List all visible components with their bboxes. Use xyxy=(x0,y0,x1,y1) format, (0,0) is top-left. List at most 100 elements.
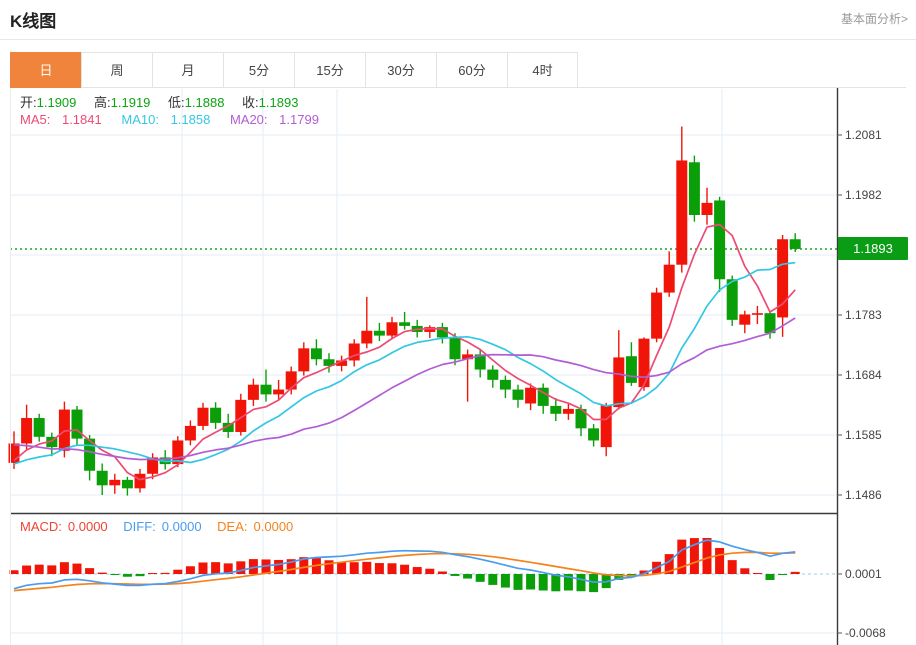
macd-bar xyxy=(740,568,750,574)
price-axis-label: 1.2081 xyxy=(845,128,882,142)
macd-bar xyxy=(34,564,44,574)
candle xyxy=(172,436,184,468)
current-price-tag: 1.1893 xyxy=(838,237,908,261)
macd-bar xyxy=(425,568,435,574)
macd-bar xyxy=(778,574,788,575)
candle xyxy=(298,342,310,376)
macd-bar xyxy=(122,574,132,577)
candle xyxy=(537,383,549,414)
macd-bar xyxy=(412,567,422,574)
price-axis-label: 1.1684 xyxy=(845,368,882,382)
macd-bar xyxy=(475,574,485,582)
macd-bar xyxy=(97,572,107,574)
candle xyxy=(424,325,436,339)
macd-bar xyxy=(72,563,82,574)
candle xyxy=(588,424,600,447)
macd-bar xyxy=(110,574,120,575)
macd-bar xyxy=(727,560,737,574)
macd-bar xyxy=(198,562,208,574)
close-value: 1.1893 xyxy=(258,95,299,110)
candle xyxy=(688,155,700,222)
grid-layer xyxy=(10,89,837,645)
macd-bar xyxy=(437,571,447,574)
tab-4hour[interactable]: 4时 xyxy=(507,52,578,88)
macd-bar xyxy=(211,562,221,574)
candle xyxy=(247,378,259,406)
candle xyxy=(487,365,499,388)
candle xyxy=(84,434,96,481)
tab-5min[interactable]: 5分 xyxy=(223,52,294,88)
candle xyxy=(33,413,45,442)
high-value: 1.1919 xyxy=(110,95,151,110)
macd-bar xyxy=(576,574,586,592)
candle xyxy=(714,196,726,292)
candle xyxy=(121,476,133,496)
macd-bar xyxy=(538,574,548,591)
candle xyxy=(777,234,789,337)
ohlc-row: 开:1.1909 高:1.1919 低:1.1888 收:1.1893 xyxy=(20,92,312,111)
candle xyxy=(323,353,335,373)
ma-legend-row: MA5: 1.1841 MA10: 1.1858 MA20: 1.1799 xyxy=(20,112,335,127)
ma10-label: MA10: 1.1858 xyxy=(121,112,211,127)
candle xyxy=(512,384,524,408)
macd-bar xyxy=(85,568,95,574)
macd-bar xyxy=(463,574,473,579)
macd-bar xyxy=(715,547,725,574)
macd-legend-row: MACD: 0.0000 DIFF: 0.0000 DEA: 0.0000 xyxy=(20,519,305,534)
macd-bar xyxy=(488,574,498,585)
macd-bar xyxy=(22,565,32,574)
dea-label: DEA: 0.0000 xyxy=(217,519,294,534)
candle xyxy=(663,251,675,297)
macd-bar xyxy=(173,569,183,574)
ma20-line xyxy=(13,317,796,461)
macd-bar xyxy=(702,538,712,574)
price-axis-label: 1.1783 xyxy=(845,308,882,322)
candle xyxy=(96,463,108,495)
tab-30min[interactable]: 30分 xyxy=(365,52,436,88)
price-axis-label: 1.1982 xyxy=(845,188,882,202)
candle xyxy=(71,405,83,446)
tab-week[interactable]: 周 xyxy=(81,52,152,88)
diff-label: DIFF: 0.0000 xyxy=(123,519,202,534)
candle xyxy=(613,330,625,410)
candle xyxy=(739,310,751,334)
candle xyxy=(550,398,562,422)
macd-bar xyxy=(185,566,195,574)
candle xyxy=(348,339,360,367)
tab-day[interactable]: 日 xyxy=(10,52,81,88)
close-label: 收: xyxy=(242,95,259,110)
macd-bar xyxy=(790,571,800,574)
macd-bar xyxy=(387,563,397,574)
tab-60min[interactable]: 60分 xyxy=(436,52,507,88)
page: { "header": { "title": "K线图", "link_labe… xyxy=(0,0,916,645)
high-label: 高: xyxy=(94,95,111,110)
candle xyxy=(109,473,121,494)
candle xyxy=(184,420,196,446)
macd-bar xyxy=(589,574,599,593)
low-value: 1.1888 xyxy=(184,95,225,110)
macd-bar xyxy=(349,562,359,574)
tab-15min[interactable]: 15分 xyxy=(294,52,365,88)
open-value: 1.1909 xyxy=(36,95,77,110)
low-label: 低: xyxy=(168,95,185,110)
candle xyxy=(600,402,612,457)
candle xyxy=(21,404,33,451)
macd-bar xyxy=(374,563,384,574)
macd-label: MACD: 0.0000 xyxy=(20,519,108,534)
candles-layer xyxy=(8,126,801,496)
macd-bar xyxy=(400,564,410,574)
macd-bar xyxy=(526,574,536,590)
candle xyxy=(701,187,713,225)
open-label: 开: xyxy=(20,95,37,110)
macd-bar xyxy=(337,562,347,574)
candle xyxy=(373,322,385,342)
interval-tab-bar: 日周月 5分 15分 30分 60分 4时 xyxy=(10,52,578,88)
candle xyxy=(197,402,209,431)
candle xyxy=(676,126,688,273)
macd-bar xyxy=(59,562,69,574)
price-axis-label: 1.1486 xyxy=(845,488,882,502)
tab-month[interactable]: 月 xyxy=(152,52,223,88)
ma10-line xyxy=(13,261,796,465)
candle xyxy=(499,375,511,399)
macd-bar xyxy=(551,574,561,592)
